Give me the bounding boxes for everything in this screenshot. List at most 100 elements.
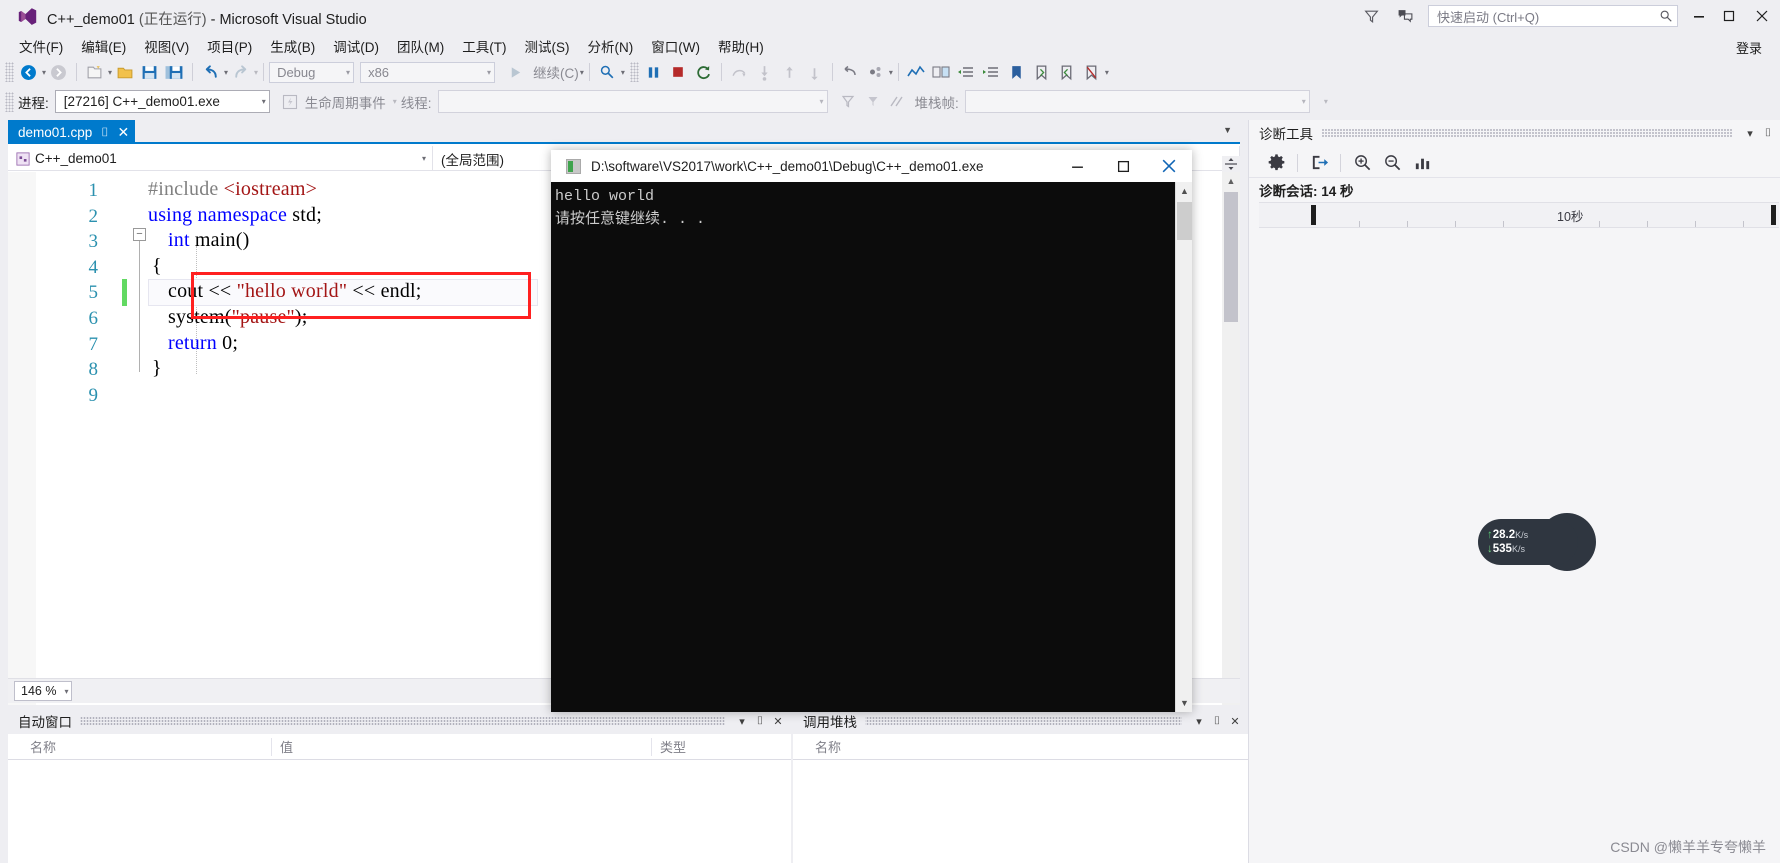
panel-drag-dots[interactable]: [1321, 128, 1733, 138]
debug-toolbar-grip[interactable]: [5, 91, 14, 112]
step-out-icon[interactable]: [777, 60, 802, 84]
fold-toggle-main[interactable]: −: [133, 228, 146, 241]
open-file-icon[interactable]: [112, 60, 137, 84]
console-window[interactable]: D:\software\VS2017\work\C++_demo01\Debug…: [551, 150, 1192, 712]
menu-item-analyze[interactable]: 分析(N): [579, 34, 643, 58]
toolbar-overflow-caret[interactable]: ▾: [1105, 68, 1109, 77]
code-line[interactable]: #include <iostream>: [148, 178, 317, 201]
feedback-icon[interactable]: [1388, 0, 1422, 32]
flag-thread-icon[interactable]: [836, 90, 861, 114]
scroll-up-arrow-icon[interactable]: ▲: [1222, 172, 1240, 190]
pin-icon[interactable]: ⌷: [101, 125, 108, 140]
bookmark-icon[interactable]: [1004, 60, 1029, 84]
console-scroll-up-arrow-icon[interactable]: ▲: [1176, 182, 1193, 200]
redo-icon[interactable]: [228, 60, 253, 84]
call-stack-pin-icon[interactable]: ⌷: [1208, 710, 1226, 732]
menu-item-window[interactable]: 窗口(W): [642, 34, 709, 58]
editor-scroll-thumb[interactable]: [1224, 192, 1238, 322]
autos-col-type[interactable]: 类型: [660, 737, 686, 756]
panel-drag-dots[interactable]: [80, 716, 725, 726]
attach-caret[interactable]: ▾: [621, 68, 625, 77]
comment-block-icon[interactable]: [929, 60, 954, 84]
settings-gear-icon[interactable]: [1261, 150, 1291, 176]
sign-in-link[interactable]: 登录: [1736, 38, 1762, 57]
menu-item-tools[interactable]: 工具(T): [453, 34, 515, 58]
menu-item-edit[interactable]: 编辑(E): [72, 34, 135, 58]
bookmark-next-icon[interactable]: [1029, 60, 1054, 84]
nav-project-combo[interactable]: C++_demo01 ▾: [8, 146, 433, 171]
menu-item-project[interactable]: 项目(P): [198, 34, 261, 58]
save-icon[interactable]: [137, 60, 162, 84]
redo-caret[interactable]: ▾: [254, 68, 258, 77]
diagnostics-pin-icon[interactable]: ⌷: [1759, 122, 1777, 144]
autos-col-separator-2[interactable]: [651, 738, 652, 756]
indent-increase-icon[interactable]: [979, 60, 1004, 84]
undo-history-icon[interactable]: [838, 60, 863, 84]
attach-process-icon[interactable]: [595, 60, 620, 84]
editor-split-handle[interactable]: [1222, 156, 1240, 172]
menu-item-file[interactable]: 文件(F): [10, 34, 72, 58]
diagnostic-timeline-ruler[interactable]: 10秒: [1259, 202, 1779, 228]
call-stack-col-name[interactable]: 名称: [815, 737, 841, 756]
menu-item-view[interactable]: 视图(V): [135, 34, 198, 58]
close-icon[interactable]: ✕: [118, 124, 130, 141]
thread-combo[interactable]: ▾: [437, 90, 828, 113]
menu-item-debug[interactable]: 调试(D): [324, 34, 388, 58]
menu-item-team[interactable]: 团队(M): [388, 34, 453, 58]
console-minimize-button[interactable]: [1054, 150, 1100, 182]
intellitrace-icon[interactable]: [904, 60, 929, 84]
solution-configuration-combo[interactable]: Debug ▾: [269, 61, 355, 83]
new-project-icon[interactable]: [82, 60, 107, 84]
stop-debugging-icon[interactable]: [666, 60, 691, 84]
autos-pin-icon[interactable]: ⌷: [751, 710, 769, 732]
process-combo[interactable]: [27216] C++_demo01.exe ▾: [54, 90, 270, 113]
menu-item-help[interactable]: 帮助(H): [709, 34, 773, 58]
console-maximize-button[interactable]: [1100, 150, 1146, 182]
thread-caret[interactable]: ▾: [889, 68, 893, 77]
restart-icon[interactable]: [691, 60, 716, 84]
navigate-forward-button[interactable]: [46, 60, 71, 84]
console-title-bar[interactable]: D:\software\VS2017\work\C++_demo01\Debug…: [551, 150, 1192, 182]
diagnostics-menu-chevron-down-icon[interactable]: ▾: [1741, 122, 1759, 144]
autos-menu-chevron-down-icon[interactable]: ▾: [733, 710, 751, 732]
net-speed-overlay[interactable]: ↑28.2K/s ↓535K/s: [1478, 519, 1578, 565]
step-over-icon[interactable]: [727, 60, 752, 84]
code-line[interactable]: return 0;: [168, 332, 238, 355]
toolbar-grip[interactable]: [5, 62, 14, 82]
step-out-2-icon[interactable]: [802, 60, 827, 84]
lifecycle-caret[interactable]: ▾: [393, 97, 397, 106]
panel-drag-dots[interactable]: [865, 716, 1182, 726]
quick-launch-input[interactable]: 快速启动 (Ctrl+Q): [1428, 5, 1678, 27]
code-line[interactable]: int main(): [168, 229, 249, 252]
lifecycle-events-label[interactable]: 生命周期事件: [305, 92, 386, 112]
tab-overflow-chevron-down-icon[interactable]: ▼: [1223, 125, 1232, 135]
menu-item-test[interactable]: 测试(S): [516, 34, 579, 58]
save-all-icon[interactable]: [162, 60, 187, 84]
call-stack-menu-chevron-down-icon[interactable]: ▾: [1190, 710, 1208, 732]
console-vertical-scrollbar[interactable]: ▲ ▼: [1175, 182, 1192, 712]
code-line[interactable]: system("pause");: [168, 306, 308, 329]
maximize-button[interactable]: [1714, 0, 1744, 32]
call-stack-close-icon[interactable]: ✕: [1226, 710, 1244, 732]
close-button[interactable]: [1744, 0, 1780, 32]
minimize-button[interactable]: [1684, 0, 1714, 32]
console-close-button[interactable]: [1146, 150, 1192, 182]
zoom-out-icon[interactable]: [1377, 150, 1407, 176]
chart-icon[interactable]: [1407, 150, 1437, 176]
autos-col-value[interactable]: 值: [280, 737, 293, 756]
console-scroll-down-arrow-icon[interactable]: ▼: [1176, 694, 1193, 712]
code-line[interactable]: using namespace std;: [148, 204, 322, 227]
autos-col-separator-1[interactable]: [271, 738, 272, 756]
continue-button-label[interactable]: 继续(C): [533, 62, 579, 82]
console-output-area[interactable]: hello world 请按任意键继续. . .: [551, 182, 1192, 712]
console-scroll-thumb[interactable]: [1177, 202, 1192, 240]
export-icon[interactable]: [1304, 150, 1334, 176]
zoom-level-combo[interactable]: 146 % ▾: [14, 681, 73, 701]
document-tab-demo01[interactable]: demo01.cpp ⌷ ✕: [8, 120, 136, 144]
autos-col-name[interactable]: 名称: [30, 737, 56, 756]
thread-marker-icon[interactable]: [863, 60, 888, 84]
toolbar-grip-2[interactable]: [629, 62, 639, 82]
editor-vertical-scrollbar[interactable]: ▲ ▼: [1222, 172, 1240, 705]
code-line[interactable]: }: [152, 357, 162, 380]
filter-icon[interactable]: [1354, 0, 1388, 32]
